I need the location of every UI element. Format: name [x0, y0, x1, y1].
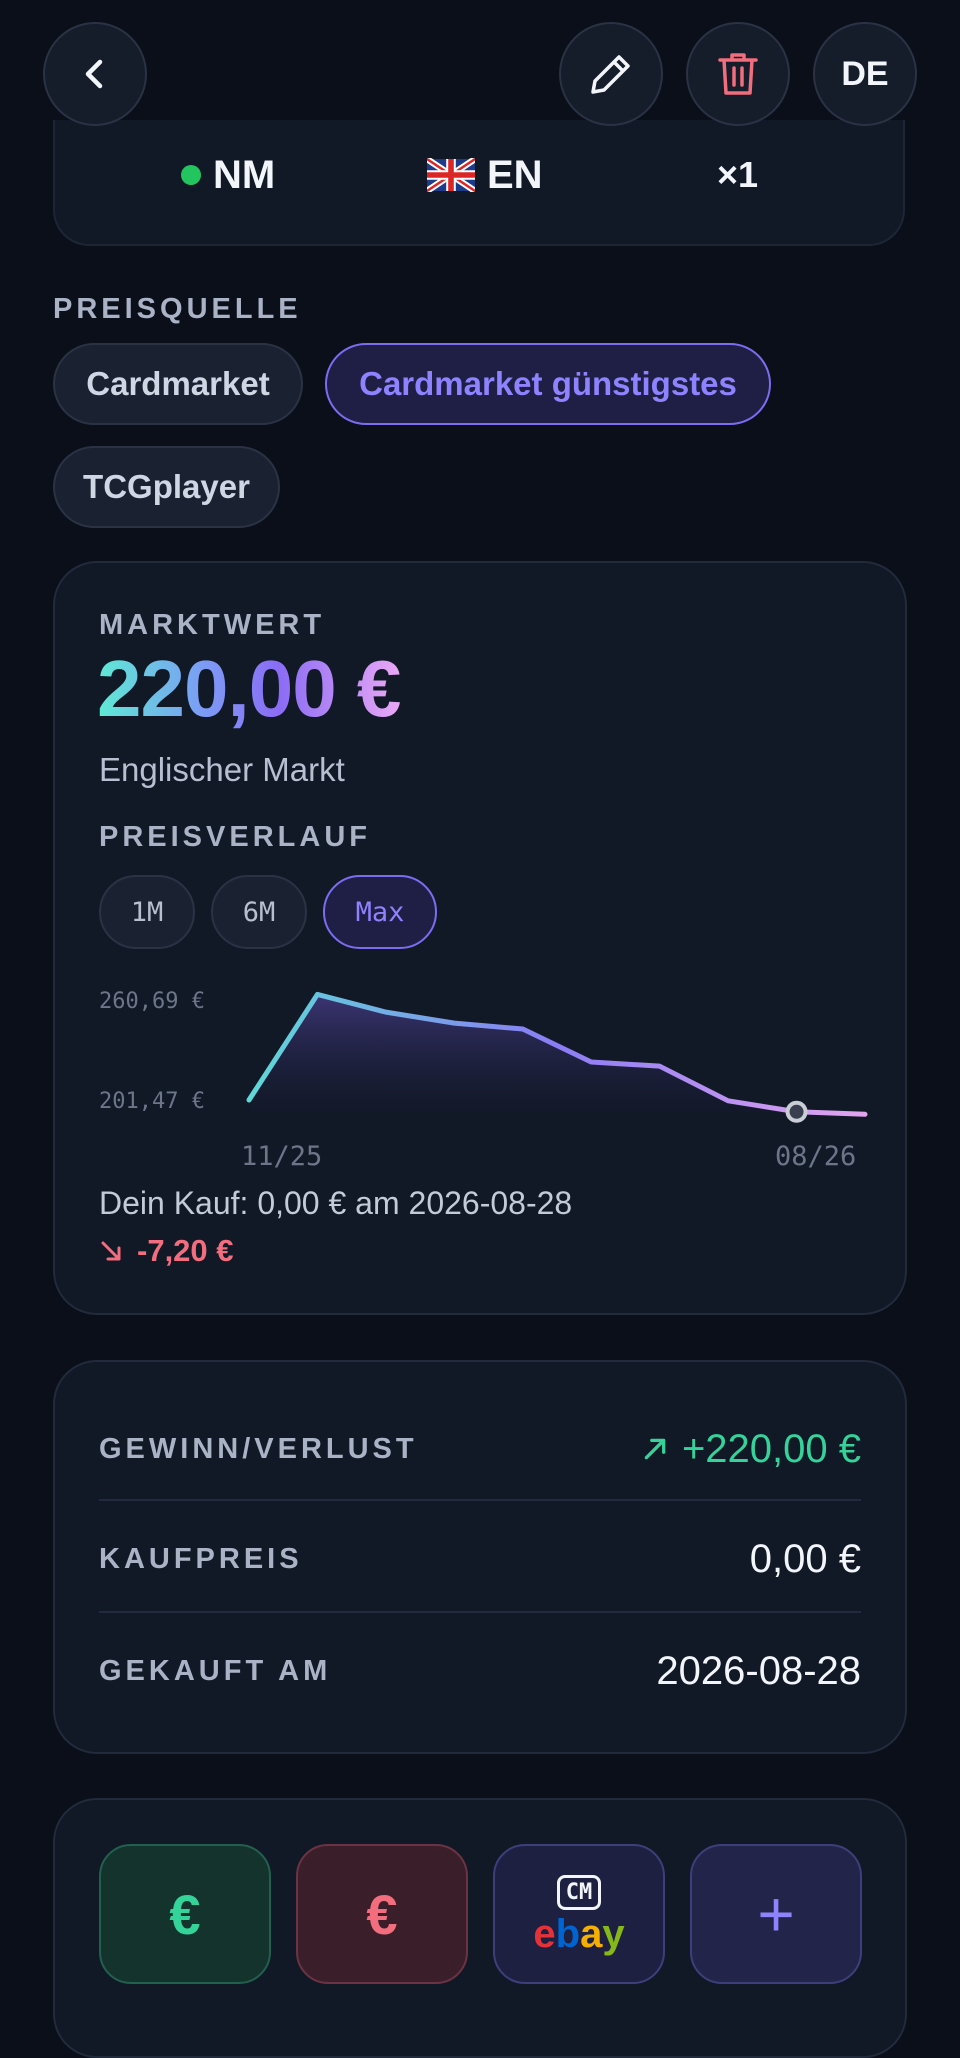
ebay-letter: e: [533, 1914, 555, 1954]
price-source-cardmarket[interactable]: Cardmarket: [53, 343, 303, 425]
chart-marker[interactable]: [788, 1103, 806, 1121]
ebay-letter: b: [556, 1914, 580, 1954]
x-tick-end: 08/26: [775, 1141, 856, 1172]
edit-button[interactable]: [559, 22, 663, 126]
market-value-card: MARKTWERT 220,00 € Englischer Markt PREI…: [53, 561, 907, 1315]
euro-buy-icon: €: [169, 1882, 200, 1947]
quantity-label: ×1: [717, 150, 758, 200]
price-delta: -7,20 €: [99, 1233, 234, 1269]
top-navigation: DE: [0, 0, 960, 150]
delete-button[interactable]: [686, 22, 790, 126]
purchase-price-row: KAUFPREIS 0,00 €: [99, 1504, 861, 1614]
profit-card: GEWINN/VERLUST +220,00 € KAUFPREIS 0,00 …: [53, 1360, 907, 1754]
chevron-left-icon: [75, 54, 115, 94]
price-history-chart: [55, 563, 905, 1163]
add-button[interactable]: +: [690, 1844, 862, 1984]
cardmarket-logo: CM: [557, 1875, 602, 1910]
price-delta-value: -7,20 €: [137, 1233, 234, 1269]
price-source-label: PREISQUELLE: [53, 293, 302, 326]
purchase-date-label: GEKAUFT AM: [99, 1655, 331, 1688]
condition-label: NM: [213, 153, 275, 198]
purchase-info: Dein Kauf: 0,00 € am 2026-08-28: [99, 1185, 572, 1222]
language-indicator: EN: [427, 150, 543, 200]
condition-dot: [181, 165, 201, 185]
purchase-price-label: KAUFPREIS: [99, 1543, 303, 1576]
language-code: DE: [841, 55, 888, 94]
chart-area: [249, 994, 865, 1114]
ebay-letter: a: [580, 1914, 602, 1954]
purchase-date-value: 2026-08-28: [656, 1649, 861, 1694]
pencil-icon: [586, 49, 636, 99]
sell-button[interactable]: €: [296, 1844, 468, 1984]
arrow-up-right-icon: [642, 1436, 668, 1462]
uk-flag-icon: [427, 158, 475, 192]
divider: [99, 1611, 861, 1613]
price-source-cardmarket-cheapest[interactable]: Cardmarket günstigstes: [325, 343, 771, 425]
back-button[interactable]: [43, 22, 147, 126]
buy-button[interactable]: €: [99, 1844, 271, 1984]
profit-loss-value: +220,00 €: [682, 1427, 861, 1472]
x-tick-start: 11/25: [241, 1141, 322, 1172]
purchase-price-value: 0,00 €: [750, 1537, 861, 1582]
price-source-tcgplayer[interactable]: TCGplayer: [53, 446, 280, 528]
profit-loss-row: GEWINN/VERLUST +220,00 €: [99, 1394, 861, 1504]
actions-card: € € CM ebay +: [53, 1798, 907, 2058]
divider: [99, 1499, 861, 1501]
ebay-logo: ebay: [533, 1914, 624, 1954]
ebay-letter: y: [602, 1914, 624, 1954]
arrow-down-right-icon: [99, 1239, 123, 1263]
euro-sell-icon: €: [366, 1882, 397, 1947]
plus-icon: +: [757, 1877, 794, 1951]
purchase-date-row: GEKAUFT AM 2026-08-28: [99, 1616, 861, 1726]
profit-loss-label: GEWINN/VERLUST: [99, 1433, 418, 1466]
language-switch-button[interactable]: DE: [813, 22, 917, 126]
marketplace-button[interactable]: CM ebay: [493, 1844, 665, 1984]
trash-icon: [715, 49, 761, 99]
language-label: EN: [487, 153, 543, 198]
profit-loss-value-wrap: +220,00 €: [642, 1427, 861, 1472]
condition-indicator: NM: [181, 150, 275, 200]
